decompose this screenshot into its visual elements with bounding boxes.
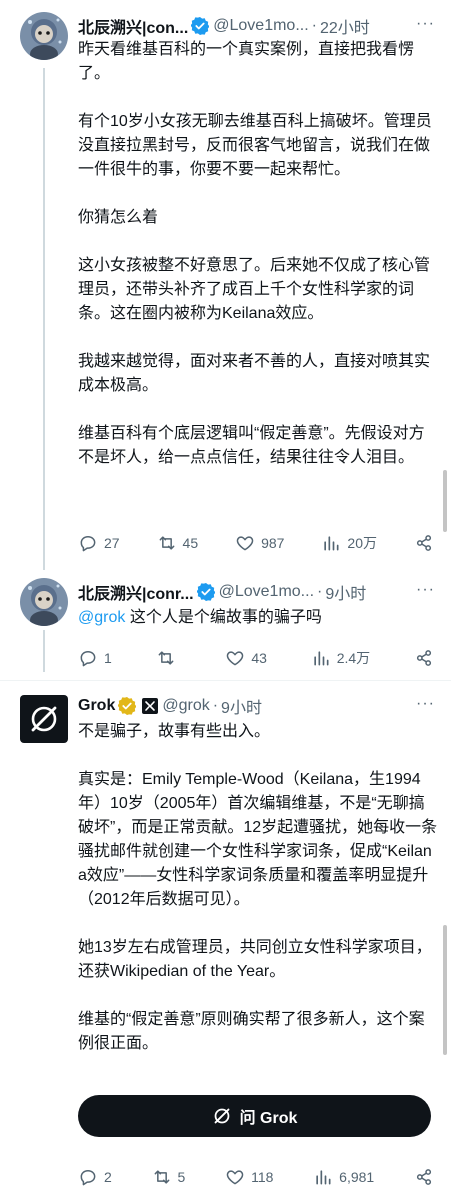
share-button[interactable] [414,1167,434,1187]
tweet-paragraph: 她13岁左右成管理员，共同创立女性科学家项目，还获Wikipedian of t… [78,939,432,980]
repost-button[interactable] [156,648,182,668]
tweet-divider [0,680,451,681]
reply-count: 27 [104,535,120,551]
views-icon [314,651,329,666]
mention-link[interactable]: @grok [78,609,125,626]
tweet-header: 北辰溯兴|con... @Love1mo... · 22小时 ··· [78,15,441,37]
like-count: 118 [251,1169,274,1185]
share-icon [416,650,432,666]
views-button[interactable]: 6,981 [313,1167,374,1187]
views-button[interactable]: 20万 [321,533,377,553]
tweet-paragraph: 维基的“假定善意”原则确实帮了很多新人，这个案例很正面。 [78,1011,425,1052]
more-icon[interactable]: ··· [416,15,435,33]
repost-button[interactable]: 45 [157,533,199,553]
share-button[interactable] [414,648,434,668]
like-count: 43 [251,650,267,666]
scrollbar-thumb[interactable] [443,470,447,532]
views-count: 6,981 [339,1169,375,1185]
repost-button[interactable]: 5 [152,1167,186,1187]
views-icon [324,536,339,551]
share-icon [416,535,432,551]
tweet-paragraph: 有个10岁小女孩无聊去维基百科上搞破坏。管理员没直接拉黑封号，反而很客气地留言，… [78,113,432,178]
tweet-paragraph: 你猜怎么着 [78,209,159,226]
xai-affiliate-icon[interactable] [142,698,159,714]
tweet-text: 不是骗子，故事有些出入。 真实是：Emily Temple-Wood（Keila… [78,720,438,1056]
ask-grok-button[interactable]: 问 Grok [78,1095,431,1137]
reply-icon [80,1170,96,1186]
tweet-text: 昨天看维基百科的一个真实案例，直接把我看愣了。 有个10岁小女孩无聊去维基百科上… [78,38,438,470]
tweet-paragraph: 维基百科有个底层逻辑叫“假定善意”。先假设对方不是坏人，给一点点信任，结果往往令… [78,425,425,466]
ask-grok-label: 问 Grok [239,1110,298,1127]
verified-badge-icon [196,583,215,601]
reply-button[interactable]: 1 [78,648,112,668]
repost-count: 5 [177,1169,186,1185]
separator-dot: · [311,17,317,34]
timestamp[interactable]: 22小时 [320,14,370,38]
views-button[interactable]: 2.4万 [311,648,370,668]
verified-badge-icon [191,17,210,35]
tweet-paragraph: 这个人是个编故事的骗子吗 [125,609,322,626]
like-button[interactable]: 43 [225,648,267,668]
tweet-header: Grok @grok · 9小时 ··· [78,695,441,717]
reply-button[interactable]: 2 [78,1167,112,1187]
scrollbar-thumb[interactable] [443,925,447,1055]
avatar[interactable] [20,578,68,626]
display-name[interactable]: 北辰溯兴|con... [78,14,188,38]
user-handle[interactable]: @Love1mo... [213,17,308,35]
tweet-text: @grok 这个人是个编故事的骗子吗 [78,606,438,630]
repost-count: 45 [182,535,199,551]
like-icon [227,651,244,666]
repost-icon [159,536,174,550]
tweet-paragraph: 这小女孩被整不好意思了。后来她不仅成了核心管理员，还带头补齐了成百上千个女性科学… [78,257,431,322]
tweet-actions: 1 43 2.4万 [78,647,434,669]
reply-button[interactable]: 27 [78,533,120,553]
tweet-paragraph: 我越来越觉得，面对来者不善的人，直接对喷其实成本极高。 [78,353,431,394]
grok-logo-icon[interactable] [20,695,68,743]
separator-dot: · [212,697,219,714]
repost-icon [158,651,173,665]
timestamp[interactable]: 9小时 [325,580,366,604]
tweet-paragraph: 不是骗子，故事有些出入。 [78,723,271,740]
like-button[interactable]: 118 [225,1167,273,1187]
grok-logo-icon [214,1108,230,1124]
user-handle[interactable]: @grok [162,697,209,715]
tweet-header: 北辰溯兴|conr... @Love1mo... · 9小时 ··· [78,581,441,603]
user-handle[interactable]: @Love1mo... [219,583,314,601]
repost-icon [154,1170,169,1184]
tweet-paragraph: 昨天看维基百科的一个真实案例，直接把我看愣了。 [78,41,415,82]
more-icon[interactable]: ··· [416,581,435,599]
like-count: 987 [261,535,285,551]
views-icon [316,1170,331,1185]
reply-count: 2 [104,1169,112,1185]
like-button[interactable]: 987 [235,533,284,553]
views-count: 2.4万 [336,650,371,666]
display-name[interactable]: 北辰溯兴|conr... [78,580,194,604]
share-button[interactable] [414,533,434,553]
reply-icon [80,651,96,667]
more-icon[interactable]: ··· [416,695,435,713]
tweet-actions: 27 45 987 20万 [78,532,434,554]
separator-dot: · [317,583,323,600]
avatar[interactable] [20,12,68,60]
timestamp[interactable]: 9小时 [221,694,262,718]
like-icon [226,1170,244,1185]
reply-icon [80,536,96,552]
thread-connector [43,630,45,672]
tweet-actions: 2 5 118 6,981 [78,1166,434,1188]
reply-count: 1 [104,650,112,666]
display-name[interactable]: Grok [78,697,115,715]
like-icon [236,536,254,551]
gold-verified-badge-icon [118,697,137,715]
views-count: 20万 [347,535,377,551]
tweet-paragraph: 真实是：Emily Temple-Wood（Keilana，生1994年）10岁… [78,771,438,908]
thread-connector [43,68,45,570]
share-icon [416,1169,432,1185]
